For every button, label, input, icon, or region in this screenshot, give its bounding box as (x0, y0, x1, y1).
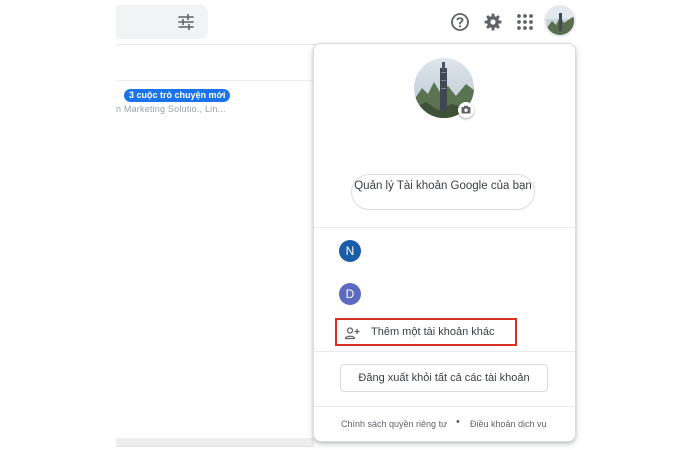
gear-icon[interactable] (482, 11, 504, 33)
list-divider (116, 80, 316, 81)
camera-icon[interactable] (458, 102, 474, 118)
panel-divider (314, 227, 575, 228)
privacy-policy-link[interactable]: Chính sách quyền riêng tư (341, 419, 447, 429)
account-panel: Quản lý Tài khoản Google của bạn N D Thê… (313, 43, 576, 442)
terms-of-service-link[interactable]: Điều khoản dịch vụ (470, 419, 547, 429)
mail-snippet: n Marketing Solutio., Lin... (116, 104, 226, 114)
apps-grid-icon[interactable] (514, 11, 536, 33)
header-divider (116, 44, 316, 45)
account-avatar-d[interactable]: D (339, 283, 361, 305)
new-conversations-badge: 3 cuộc trò chuyện mới (124, 89, 231, 102)
horizontal-scrollbar[interactable] (116, 438, 314, 446)
add-account-label: Thêm một tài khoản khác (371, 326, 495, 338)
sign-out-all-button[interactable]: Đăng xuất khỏi tất cả các tài khoản (340, 364, 548, 392)
manage-google-account-button[interactable]: Quản lý Tài khoản Google của bạn (351, 174, 535, 210)
person-add-icon (344, 325, 360, 341)
tune-icon[interactable] (176, 12, 196, 32)
bottom-divider (116, 446, 314, 447)
panel-divider (314, 406, 575, 407)
help-icon[interactable] (449, 11, 471, 33)
panel-divider (314, 351, 575, 352)
account-avatar[interactable] (546, 7, 574, 35)
footer-separator: • (456, 416, 460, 428)
account-avatar-n[interactable]: N (339, 240, 361, 262)
add-another-account-button[interactable]: Thêm một tài khoản khác (335, 318, 517, 346)
